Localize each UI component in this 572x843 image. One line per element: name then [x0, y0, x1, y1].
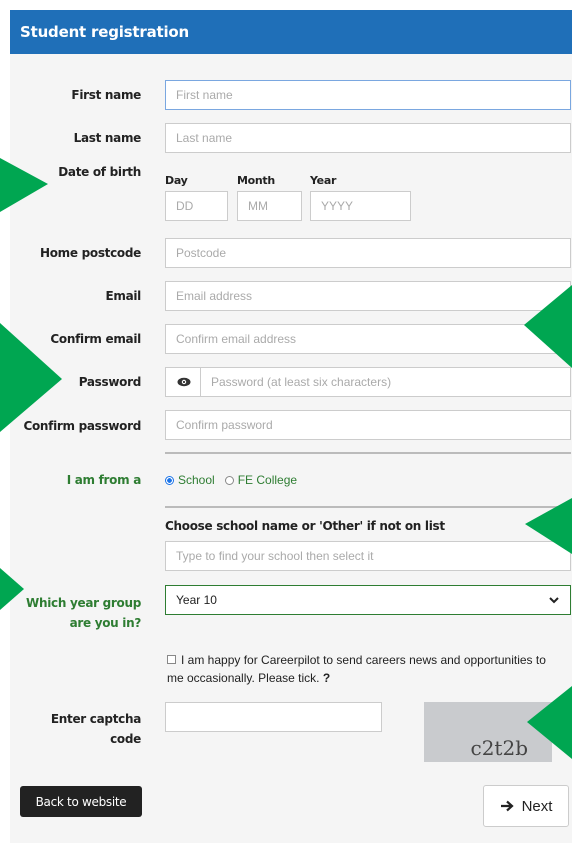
left-arrow-password [0, 323, 62, 432]
right-arrow-captcha [527, 686, 572, 759]
right-arrow-email [524, 285, 572, 368]
right-arrow-school [525, 498, 572, 554]
left-arrow-dob [0, 158, 48, 212]
left-arrow-year-group [0, 568, 24, 610]
annotation-arrows [0, 158, 572, 759]
